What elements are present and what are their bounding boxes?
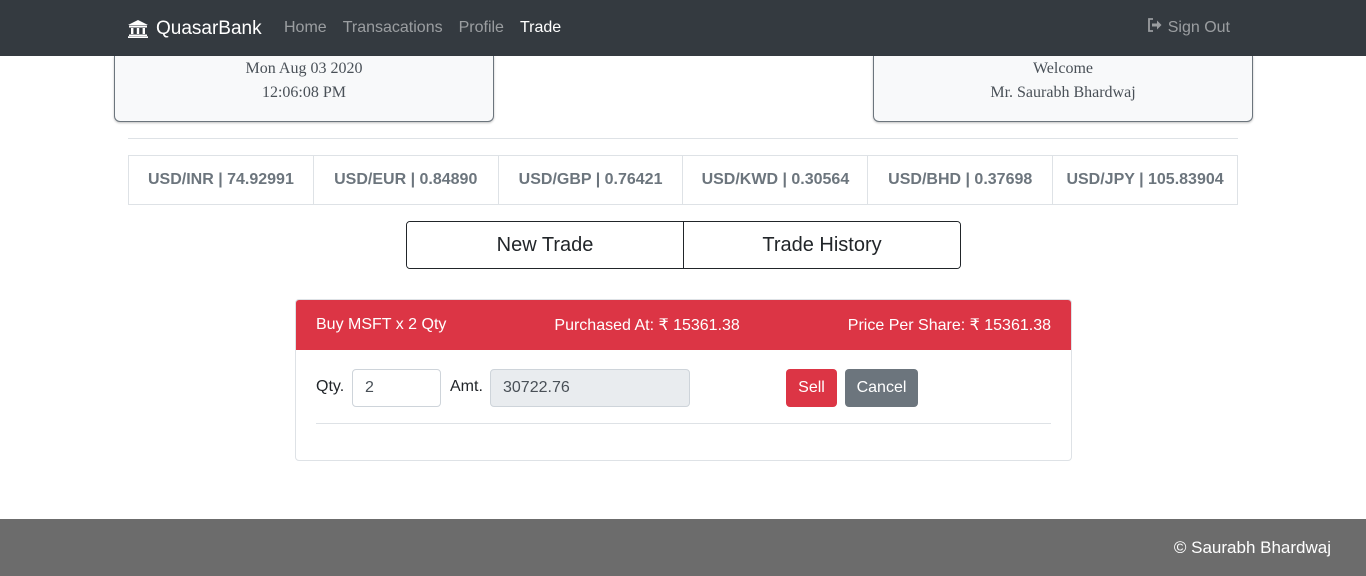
price-per-share: Price Per Share: ₹ 15361.38 (847, 317, 1051, 334)
trade-title: Buy MSFT x 2 Qty (316, 316, 447, 333)
nav-links: Home Transacations Profile Trade (284, 18, 561, 38)
current-date: Mon Aug 03 2020 (245, 60, 363, 77)
trade-tabs: New Trade Trade History (406, 221, 961, 269)
nav-transactions[interactable]: Transacations (343, 18, 443, 38)
sign-out-link[interactable]: Sign Out (1147, 18, 1230, 38)
qty-input[interactable] (352, 369, 441, 407)
trade-history-button[interactable]: Trade History (683, 222, 960, 268)
sign-out-icon (1147, 18, 1162, 38)
rate-usd-bhd: USD/BHD | 0.37698 (868, 156, 1054, 204)
sell-button[interactable]: Sell (786, 369, 837, 407)
brand-name: QuasarBank (156, 18, 262, 39)
current-time: 12:06:08 PM (261, 84, 346, 101)
trade-card-header: Buy MSFT x 2 Qty Purchased At: ₹ 15361.3… (296, 300, 1071, 350)
rate-usd-jpy: USD/JPY | 105.83904 (1066, 171, 1224, 188)
welcome-greeting: Welcome (1032, 60, 1093, 77)
footer-copyright: © Saurabh Bhardwaj (1173, 538, 1331, 557)
rate-usd-kwd: USD/KWD | 0.30564 (683, 156, 869, 204)
sign-out-label: Sign Out (1167, 19, 1230, 36)
user-name: Mr. Saurabh Bhardwaj (990, 84, 1136, 101)
exchange-rates: USD/INR | 74.92991 USD/EUR | 0.84890 USD… (128, 155, 1238, 205)
rate-usd-inr: USD/INR | 74.92991 (129, 156, 314, 204)
brand-link[interactable]: QuasarBank (128, 16, 262, 42)
nav-trade[interactable]: Trade (520, 18, 561, 38)
amt-label: Amt. (450, 378, 483, 395)
purchased-at: Purchased At: ₹ 15361.38 (554, 317, 740, 334)
navbar: QuasarBank Home Transacations Profile Tr… (0, 0, 1366, 56)
nav-profile[interactable]: Profile (459, 18, 504, 38)
cancel-button[interactable]: Cancel (845, 369, 918, 407)
rate-usd-eur: USD/EUR | 0.84890 (314, 156, 499, 204)
qty-label: Qty. (316, 378, 345, 395)
footer: © Saurabh Bhardwaj (0, 519, 1366, 576)
bank-icon (128, 20, 148, 38)
card-divider (316, 423, 1051, 424)
trade-card-body: Qty. Amt. Sell Cancel (296, 350, 1071, 460)
rate-usd-gbp: USD/GBP | 0.76421 (499, 156, 684, 204)
welcome-card: Welcome Mr. Saurabh Bhardwaj (873, 56, 1253, 122)
new-trade-button[interactable]: New Trade (407, 222, 683, 268)
nav-home[interactable]: Home (284, 18, 327, 38)
datetime-card: Mon Aug 03 2020 12:06:08 PM (114, 56, 494, 122)
trade-card: Buy MSFT x 2 Qty Purchased At: ₹ 15361.3… (295, 299, 1072, 461)
amount-field (490, 369, 690, 407)
divider (128, 138, 1238, 139)
